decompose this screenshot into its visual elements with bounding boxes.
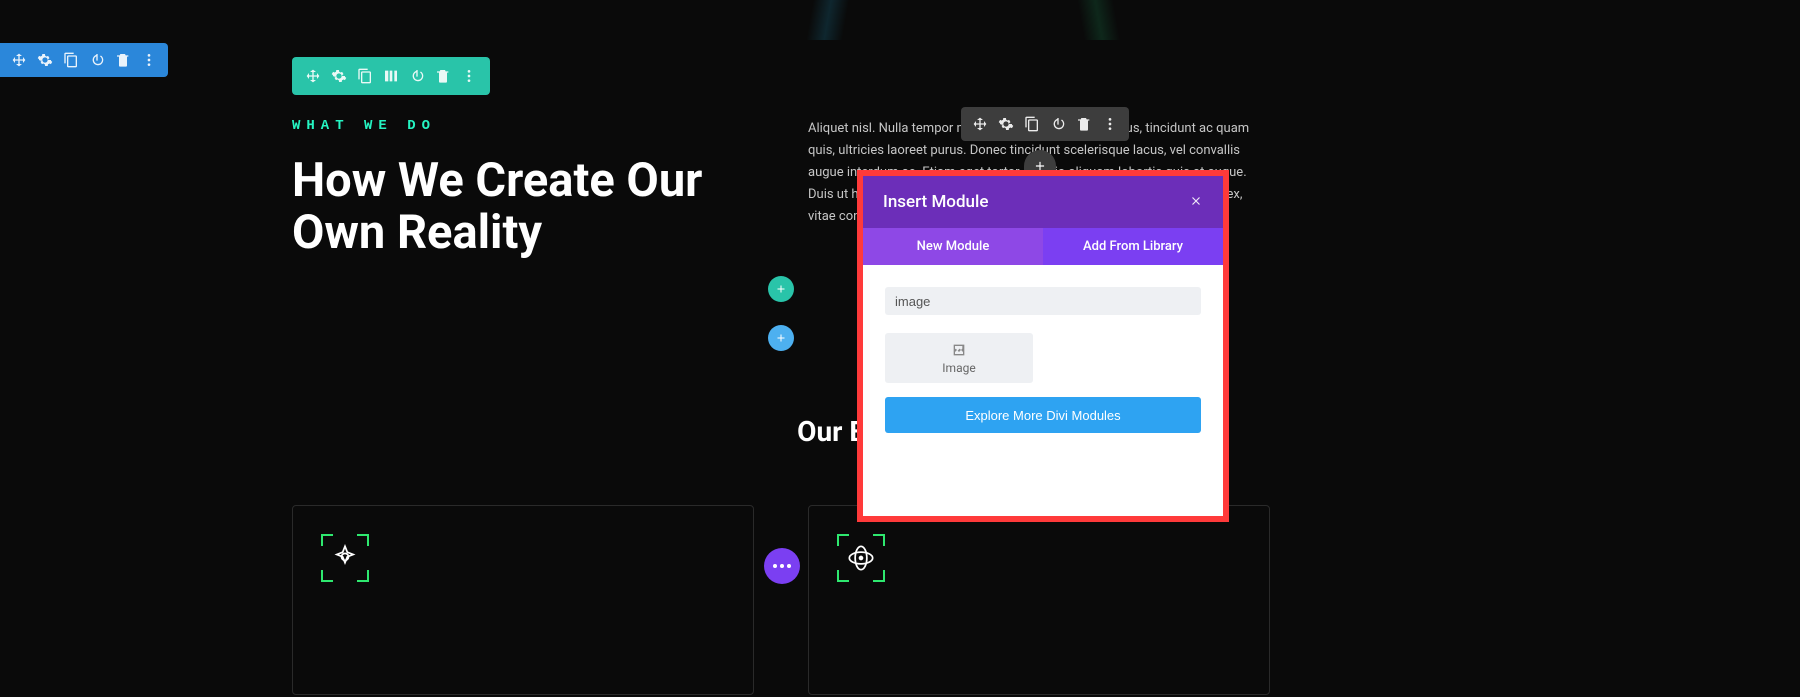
more-icon[interactable]	[138, 49, 160, 71]
gear-icon[interactable]	[995, 113, 1017, 135]
module-option-label: Image	[942, 361, 975, 375]
power-icon[interactable]	[406, 65, 428, 87]
section-toolbar	[0, 43, 168, 77]
eye-icon	[837, 534, 885, 582]
tab-new-module[interactable]: New Module	[863, 228, 1043, 265]
headline: How We Create Our Own Reality	[292, 155, 772, 258]
move-icon[interactable]	[8, 49, 30, 71]
modal-body: Image Explore More Divi Modules	[863, 265, 1223, 516]
experience-card	[808, 505, 1270, 695]
power-icon[interactable]	[1047, 113, 1069, 135]
row-toolbar	[292, 57, 490, 95]
duplicate-icon[interactable]	[60, 49, 82, 71]
duplicate-icon[interactable]	[1021, 113, 1043, 135]
move-icon[interactable]	[302, 65, 324, 87]
more-icon[interactable]	[1099, 113, 1121, 135]
power-icon[interactable]	[86, 49, 108, 71]
add-section-button[interactable]	[768, 325, 794, 351]
more-icon	[773, 564, 791, 568]
experience-card	[292, 505, 754, 695]
modal-header: Insert Module	[863, 176, 1223, 228]
add-row-button[interactable]	[768, 276, 794, 302]
more-icon[interactable]	[458, 65, 480, 87]
modal-tabs: New Module Add From Library	[863, 228, 1223, 265]
modal-title: Insert Module	[883, 192, 988, 212]
builder-fab[interactable]	[764, 548, 800, 584]
tab-add-from-library[interactable]: Add From Library	[1043, 228, 1223, 265]
eyebrow-text: WHAT WE DO	[292, 118, 436, 134]
trash-icon[interactable]	[1073, 113, 1095, 135]
duplicate-icon[interactable]	[354, 65, 376, 87]
image-icon	[951, 342, 967, 358]
module-option-image[interactable]: Image	[885, 333, 1033, 383]
target-icon	[321, 534, 369, 582]
gear-icon[interactable]	[328, 65, 350, 87]
module-toolbar	[961, 107, 1129, 141]
columns-icon[interactable]	[380, 65, 402, 87]
gear-icon[interactable]	[34, 49, 56, 71]
trash-icon[interactable]	[112, 49, 134, 71]
module-search-input[interactable]	[885, 287, 1201, 315]
insert-module-modal: Insert Module New Module Add From Librar…	[857, 170, 1229, 522]
explore-modules-button[interactable]: Explore More Divi Modules	[885, 397, 1201, 433]
move-icon[interactable]	[969, 113, 991, 135]
trash-icon[interactable]	[432, 65, 454, 87]
background-decoration	[0, 0, 1800, 40]
close-icon[interactable]	[1189, 193, 1203, 212]
